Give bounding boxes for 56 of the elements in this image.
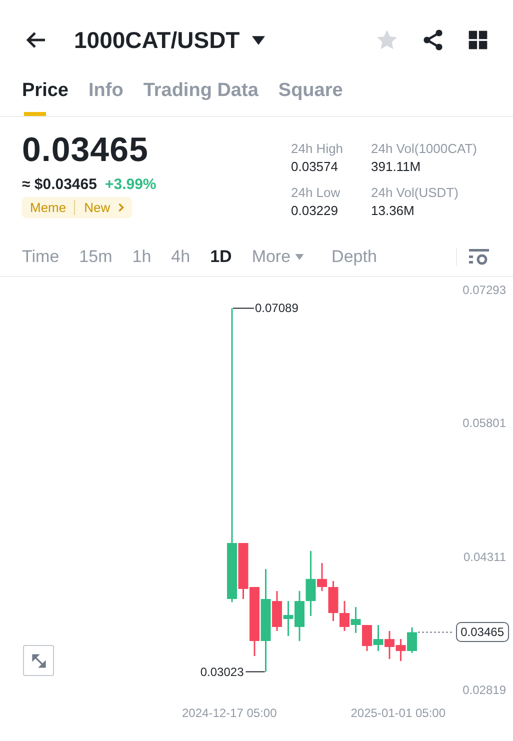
tab[interactable]: Info	[78, 72, 134, 116]
tab[interactable]: Trading Data	[133, 72, 268, 116]
candlestick	[407, 627, 417, 653]
leader-line	[232, 308, 254, 309]
chevron-icon	[118, 203, 124, 212]
candlestick	[294, 591, 304, 641]
share-icon[interactable]	[421, 28, 445, 52]
candlestick	[340, 601, 350, 631]
tag-label: Meme	[30, 200, 66, 215]
caret-icon[interactable]	[252, 36, 265, 44]
candlestick	[396, 639, 406, 662]
fiat-price: ≈ $0.03465	[22, 176, 97, 193]
interval-tab[interactable]: Time	[12, 247, 70, 267]
stat-value: 0.03229	[291, 202, 339, 218]
pair-title[interactable]: 1000CAT/USDT	[74, 26, 240, 54]
price-change: +3.99%	[104, 176, 156, 193]
expand-icon	[30, 652, 46, 668]
interval-tab[interactable]: 1D	[200, 247, 242, 267]
stat-label: 24h Vol(1000CAT)	[371, 141, 478, 156]
candlestick	[350, 607, 361, 633]
tab[interactable]: Square	[268, 72, 353, 116]
last-price: 0.03465	[22, 131, 150, 170]
tag-label: New	[74, 200, 110, 215]
last-price-tag: 0.03465	[456, 622, 509, 642]
candlestick	[373, 625, 384, 652]
stat-label: 24h Low	[291, 184, 342, 200]
candlestick	[362, 625, 372, 652]
date-label: 2024-12-17 05:00	[182, 706, 277, 720]
interval-tab[interactable]: 4h	[161, 247, 200, 267]
stat-label: 24h Vol(USDT)	[371, 184, 460, 200]
candlestick	[384, 631, 394, 659]
axis-tick: 0.02819	[462, 683, 506, 697]
star-icon[interactable]	[375, 28, 399, 52]
candlestick	[328, 581, 338, 621]
axis-tick: 0.04311	[464, 550, 506, 564]
stat-value: 13.36M	[371, 202, 416, 218]
interval-tab[interactable]: 1h	[122, 247, 162, 267]
stat-label: 24h High	[291, 141, 344, 156]
tag-pill[interactable]: Meme New	[22, 197, 132, 218]
high-label: 0.07089	[255, 301, 298, 316]
low-label: 0.03023	[200, 664, 244, 679]
axis-tick: 0.05801	[462, 416, 506, 430]
expand-button[interactable]	[23, 645, 54, 676]
grid-icon[interactable]	[467, 29, 489, 51]
candlestick	[283, 601, 294, 636]
interval-tab[interactable]: Depth	[322, 247, 387, 267]
interval-tab[interactable]: 15m	[69, 247, 122, 267]
date-label: 2025-01-01 05:00	[350, 706, 446, 720]
leader-line	[245, 671, 266, 672]
tab[interactable]: Price	[12, 72, 78, 116]
last-price-line	[418, 632, 452, 633]
interval-tab[interactable]: More	[242, 247, 301, 267]
axis-tick: 0.07293	[462, 283, 506, 297]
stat-value: 391.11M	[371, 159, 422, 174]
stat-value: 0.03574	[291, 159, 339, 174]
chart-settings-icon[interactable]	[469, 249, 489, 265]
